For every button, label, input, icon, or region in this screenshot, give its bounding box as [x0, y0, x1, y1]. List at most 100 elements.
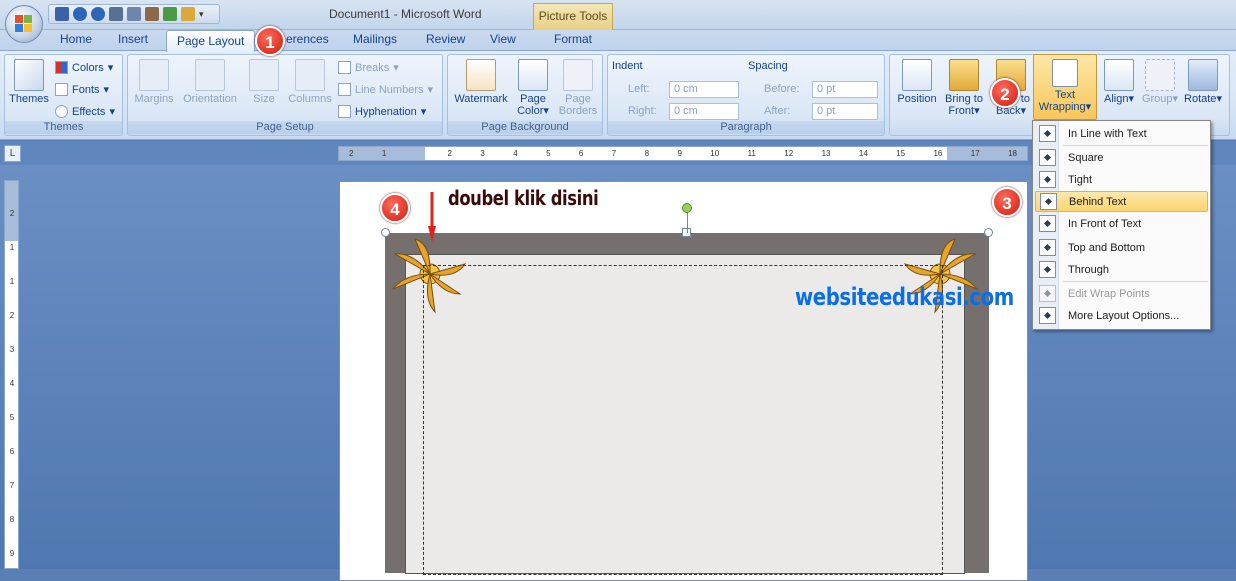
spacing-after-field[interactable]: 0 pt [812, 103, 878, 120]
tab-mailings[interactable]: Mailings [353, 32, 397, 46]
rotate-label: Rotate [1184, 93, 1217, 105]
tab-references[interactable]: erences [286, 32, 329, 46]
page-setup-group-label: Page Setup [128, 121, 442, 134]
menu-item-through[interactable]: Through [1035, 259, 1208, 280]
tab-selector[interactable]: L [4, 145, 21, 162]
menu-item-square[interactable]: Square [1035, 147, 1208, 168]
picture-icon[interactable] [145, 7, 159, 21]
text-wrapping-button[interactable]: Text Wrapping▾ [1033, 54, 1097, 120]
tight-wrap-icon [1039, 171, 1056, 188]
line-numbers-button[interactable]: Line Numbers ▾ [338, 83, 433, 96]
shapes-icon[interactable] [181, 7, 195, 21]
bring-to-front-button[interactable]: Bring to Front▾ [940, 59, 988, 117]
resize-handle-top-left[interactable] [381, 228, 390, 237]
menu-item-in-front-of-text[interactable]: In Front of Text [1035, 213, 1208, 234]
themes-button[interactable]: Themes [9, 59, 49, 105]
menu-item-in-line-with-text[interactable]: In Line with Text [1035, 123, 1208, 144]
menu-item-label: Behind Text [1069, 195, 1127, 208]
menu-item-tight[interactable]: Tight [1035, 169, 1208, 190]
layout-options-icon [1039, 307, 1056, 324]
margins-button[interactable]: Margins [132, 59, 176, 105]
tab-page-layout[interactable]: Page Layout [166, 30, 256, 52]
resize-handle-top-right[interactable] [984, 228, 993, 237]
bring-to-front-icon [949, 59, 979, 91]
bring-to-front-label-2: Front [948, 105, 975, 117]
save-icon[interactable] [55, 7, 69, 21]
spelling-icon[interactable] [127, 7, 141, 21]
columns-label: Columns [288, 93, 332, 105]
indent-right-label: Right: [616, 104, 657, 117]
page-color-label-1: Page [520, 93, 546, 105]
undo-icon[interactable] [73, 7, 87, 21]
vruler-tick: 7 [9, 481, 15, 490]
menu-item-label: Square [1068, 151, 1104, 164]
menu-item-label: In Line with Text [1068, 127, 1147, 140]
spacing-before-field[interactable]: 0 pt [812, 81, 878, 98]
edit-wrap-points-icon [1039, 285, 1056, 302]
themes-group-label: Themes [5, 121, 122, 134]
indent-left-label: Left: [616, 82, 649, 95]
columns-button[interactable]: Columns [286, 59, 334, 105]
spacing-heading: Spacing [748, 60, 788, 72]
rotation-handle[interactable] [682, 203, 692, 213]
watermark-button[interactable]: Watermark [452, 59, 510, 105]
horizontal-ruler[interactable]: 2 1 1 2 3 4 5 6 7 8 9 10 11 12 13 14 15 … [338, 146, 1028, 161]
rotate-button[interactable]: Rotate▾ [1182, 59, 1224, 105]
fonts-button[interactable]: Fonts ▾ [55, 83, 109, 96]
hyphenation-label: Hyphenation [355, 105, 417, 118]
indent-left-field[interactable]: 0 cm [669, 81, 739, 98]
effects-button[interactable]: Effects ▾ [55, 105, 115, 118]
position-label: Position [897, 93, 937, 105]
page-borders-button[interactable]: Page Borders [556, 59, 600, 117]
colors-button[interactable]: Colors ▾ [55, 61, 113, 74]
hyphenation-icon [338, 105, 351, 118]
office-button[interactable] [5, 5, 43, 43]
ruler-tick: 11 [747, 149, 756, 158]
page-borders-label-2: Borders [558, 105, 598, 117]
vertical-ruler[interactable]: 2 1 1 2 3 4 5 6 7 8 9 [4, 180, 19, 569]
hyphenation-button[interactable]: Hyphenation ▾ [338, 105, 426, 118]
spacing-before-text: Before: [764, 82, 800, 95]
text-box-border[interactable] [423, 265, 943, 575]
ruler-tick: 10 [710, 149, 720, 158]
menu-item-edit-wrap-points[interactable]: Edit Wrap Points [1035, 283, 1208, 304]
behind-text-icon [1040, 193, 1057, 210]
print-preview-icon[interactable] [109, 7, 123, 21]
menu-item-behind-text[interactable]: Behind Text [1035, 191, 1208, 212]
customize-qat-icon[interactable]: ▾ [199, 7, 213, 21]
size-button[interactable]: Size [246, 59, 282, 105]
group-button[interactable]: Group▾ [1140, 59, 1180, 105]
orientation-button[interactable]: Orientation [178, 59, 242, 105]
redo-icon[interactable] [91, 7, 105, 21]
indent-right-field[interactable]: 0 cm [669, 103, 739, 120]
page-background-group-label: Page Background [448, 121, 602, 134]
ruler-tick: 14 [858, 149, 868, 158]
page-color-button[interactable]: Page Color▾ [512, 59, 554, 117]
themes-group: Themes Colors ▾ Fonts ▾ Effects ▾ Themes [4, 54, 123, 136]
office-logo-icon [15, 15, 33, 33]
watermark-label: Watermark [454, 93, 508, 105]
position-button[interactable]: Position [894, 59, 940, 105]
indent-label: Indent [612, 60, 643, 72]
page-background-group: Watermark Page Color▾ Page Borders Page Ba… [447, 54, 603, 136]
size-icon [249, 59, 279, 91]
indent-right-icon [616, 104, 624, 117]
clip-art-icon[interactable] [163, 7, 177, 21]
tab-format[interactable]: Format [554, 32, 592, 46]
align-label: Align [1104, 93, 1129, 105]
group-icon [1145, 59, 1175, 91]
menu-item-label: More Layout Options... [1068, 309, 1180, 322]
tab-insert[interactable]: Insert [118, 32, 148, 46]
rotation-stem [687, 212, 688, 233]
align-button[interactable]: Align▾ [1100, 59, 1138, 105]
instruction-text: doubel klik disini [448, 186, 599, 210]
tab-review[interactable]: Review [426, 32, 465, 46]
tab-home[interactable]: Home [60, 32, 92, 46]
menu-item-top-and-bottom[interactable]: Top and Bottom [1035, 237, 1208, 258]
menu-item-more-layout-options[interactable]: More Layout Options... [1035, 305, 1208, 326]
menu-item-label: Top and Bottom [1068, 241, 1146, 254]
step-badge-1: 1 [255, 26, 285, 56]
tab-view[interactable]: View [490, 32, 516, 46]
fonts-icon [55, 83, 68, 96]
breaks-button[interactable]: Breaks ▾ [338, 61, 399, 74]
